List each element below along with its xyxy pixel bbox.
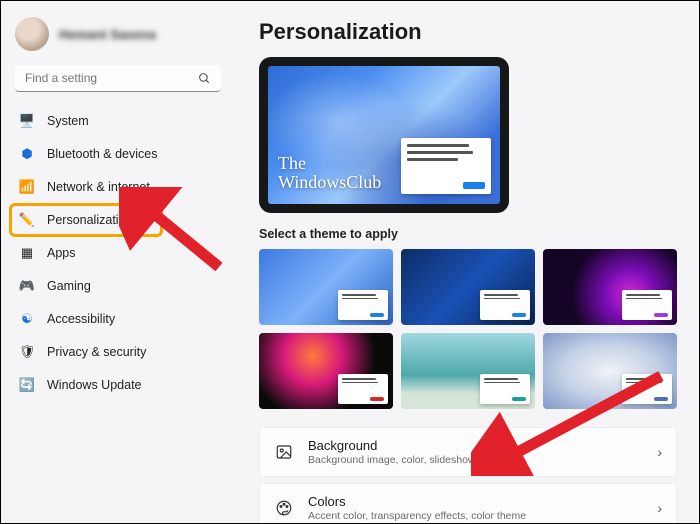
sidebar-item-label: Accessibility (47, 312, 115, 326)
bluetooth-icon: ⬢ (19, 146, 35, 162)
gaming-icon: 🎮 (19, 278, 35, 294)
sidebar-item-system[interactable]: 🖥️ System (11, 106, 225, 136)
wifi-icon: 📶 (19, 179, 35, 195)
shield-icon: 🛡 (19, 344, 35, 360)
sidebar-item-label: Network & internet (47, 180, 150, 194)
sidebar-item-label: System (47, 114, 89, 128)
system-icon: 🖥️ (19, 113, 35, 129)
sidebar-item-label: Bluetooth & devices (47, 147, 158, 161)
sidebar-item-label: Personalization (47, 213, 132, 227)
chevron-right-icon: › (657, 500, 662, 516)
theme-preview[interactable]: The WindowsClub (259, 57, 509, 213)
apps-icon: ▦ (19, 245, 35, 261)
sidebar-item-label: Privacy & security (47, 345, 146, 359)
theme-section-label: Select a theme to apply (259, 227, 673, 241)
theme-option-4[interactable] (259, 333, 393, 409)
settings-list: Background Background image, color, slid… (259, 427, 677, 523)
update-icon: 🔄 (19, 377, 35, 393)
sidebar-item-label: Windows Update (47, 378, 142, 392)
page-title: Personalization (259, 19, 673, 45)
sidebar-item-network[interactable]: 📶 Network & internet (11, 172, 225, 202)
profile-block[interactable]: Hemant Saxena (11, 11, 225, 65)
search-input[interactable] (25, 71, 198, 85)
theme-option-1[interactable] (259, 249, 393, 325)
sidebar-item-privacy[interactable]: 🛡 Privacy & security (11, 337, 225, 367)
search-icon (198, 72, 211, 85)
preview-window (401, 138, 491, 194)
sidebar-item-accessibility[interactable]: ☯ Accessibility (11, 304, 225, 334)
sidebar-item-apps[interactable]: ▦ Apps (11, 238, 225, 268)
image-icon (274, 442, 294, 462)
sidebar-item-personalization[interactable]: ✏️ Personalization (11, 205, 161, 235)
preview-screen: The WindowsClub (268, 66, 500, 204)
row-subtitle: Background image, color, slideshow (308, 454, 643, 466)
accessibility-icon: ☯ (19, 311, 35, 327)
theme-option-5[interactable] (401, 333, 535, 409)
main-content: Personalization The WindowsClub Select a… (233, 1, 699, 523)
row-subtitle: Accent color, transparency effects, colo… (308, 510, 643, 522)
sidebar-item-label: Apps (47, 246, 76, 260)
sidebar-item-label: Gaming (47, 279, 91, 293)
sidebar-item-gaming[interactable]: 🎮 Gaming (11, 271, 225, 301)
theme-grid (259, 249, 677, 409)
profile-name: Hemant Saxena (59, 27, 156, 42)
row-title: Background (308, 438, 643, 453)
theme-option-6[interactable] (543, 333, 677, 409)
sidebar-item-update[interactable]: 🔄 Windows Update (11, 370, 225, 400)
theme-option-3[interactable] (543, 249, 677, 325)
row-colors[interactable]: Colors Accent color, transparency effect… (259, 483, 677, 523)
search-box[interactable] (15, 65, 221, 92)
palette-icon (274, 498, 294, 518)
theme-option-2[interactable] (401, 249, 535, 325)
personalization-icon: ✏️ (19, 212, 35, 228)
sidebar-item-bluetooth[interactable]: ⬢ Bluetooth & devices (11, 139, 225, 169)
avatar (15, 17, 49, 51)
sidebar: Hemant Saxena 🖥️ System ⬢ Bluetooth & de… (1, 1, 233, 523)
preview-caption: The WindowsClub (278, 154, 381, 192)
row-title: Colors (308, 494, 643, 509)
row-background[interactable]: Background Background image, color, slid… (259, 427, 677, 477)
chevron-right-icon: › (657, 444, 662, 460)
